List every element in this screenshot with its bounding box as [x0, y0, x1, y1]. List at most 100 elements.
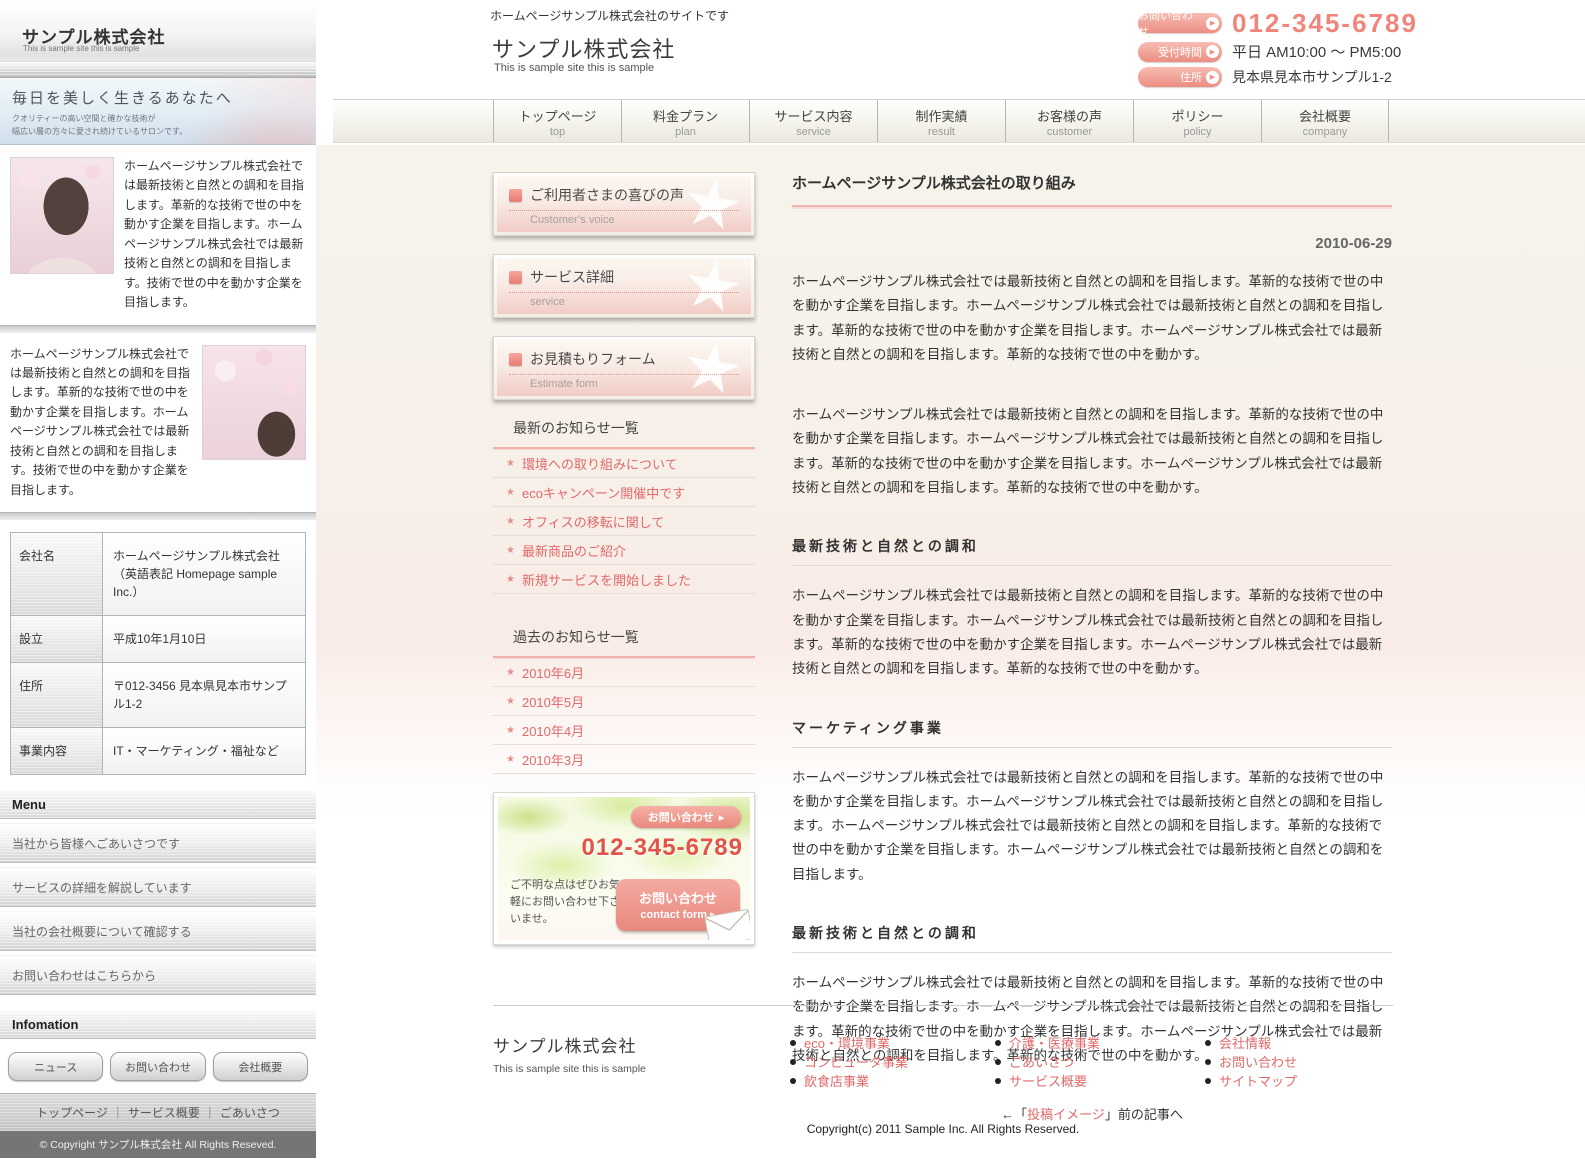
- photo-portrait-1: [10, 157, 114, 274]
- article-paragraph: ホームページサンプル株式会社では最新技術と自然との調和を目指します。革新的な技術…: [792, 270, 1392, 367]
- row-value: 〒012-3456 見本県見本市サンプル1-2: [103, 663, 305, 727]
- bullet-icon: [995, 1078, 1001, 1084]
- content-aside: ご利用者さまの喜びの声 Customer’s voice サービス詳細 serv…: [493, 172, 755, 1123]
- footer-logo[interactable]: サンプル株式会社 This is sample site this is sam…: [493, 1032, 646, 1075]
- nav-item-result[interactable]: 制作実績 result: [877, 100, 1005, 142]
- bullet-icon: [790, 1078, 796, 1084]
- contact-phone-row: お問い合わせ ▶ 012-345-6789: [1138, 10, 1418, 36]
- banner-subtitle: service: [509, 296, 739, 308]
- arrow-circle-icon: ▶: [1206, 71, 1219, 84]
- site-tagline: ホームページサンプル株式会社のサイトです: [490, 7, 729, 24]
- divider: [0, 325, 316, 333]
- footer-link[interactable]: 介護・医療事業: [995, 1033, 1100, 1052]
- row-label: 事業内容: [11, 728, 103, 774]
- phone-number: 012-345-6789: [1232, 10, 1418, 36]
- archive-link[interactable]: ★2010年5月: [493, 687, 755, 716]
- archive-link[interactable]: ★2010年6月: [493, 658, 755, 687]
- star-bullet-icon: ★: [506, 754, 515, 765]
- star-bullet-icon: ★: [506, 487, 515, 498]
- nav-item-customer[interactable]: お客様の声 customer: [1005, 100, 1133, 142]
- footer-link[interactable]: コンピュータ事業: [790, 1052, 908, 1071]
- news-link[interactable]: ★環境への取り組みについて: [493, 449, 755, 478]
- bullet-icon: [1205, 1059, 1211, 1065]
- footer-link[interactable]: ごあいさつ: [995, 1052, 1100, 1071]
- contact-banner-pill[interactable]: お問い合わせ ▸: [631, 806, 741, 828]
- banner-subtitle: Estimate form: [509, 378, 739, 390]
- nav-item-top[interactable]: トップページ top: [493, 100, 621, 142]
- archive-link[interactable]: ★2010年4月: [493, 716, 755, 745]
- article-title: ホームページサンプル株式会社の取り組み: [792, 172, 1392, 207]
- news-button[interactable]: ニュース: [8, 1052, 103, 1081]
- row-label: 会社名: [11, 533, 103, 615]
- main-area: ホームページサンプル株式会社のサイトです サンプル株式会社 This is sa…: [316, 0, 1585, 1159]
- hero-subtitle-line2: 幅広い層の方々に愛され続けているサロンです。: [12, 127, 187, 136]
- footer-links-column-2: 介護・医療事業 ごあいさつ サービス概要: [995, 1033, 1100, 1090]
- row-value: ホームページサンプル株式会社 （英語表記 Homepage sample Inc…: [103, 533, 305, 615]
- link-greeting[interactable]: ごあいさつ: [200, 1104, 280, 1121]
- star-bullet-icon: ★: [506, 545, 515, 556]
- news-link[interactable]: ★ecoキャンペーン開催中です: [493, 478, 755, 507]
- address-badge[interactable]: 住所 ▶: [1138, 67, 1222, 87]
- hours-badge[interactable]: 受付時間 ▶: [1138, 42, 1222, 62]
- sidebar-item-contact[interactable]: お問い合わせはこちらから: [0, 955, 316, 995]
- star-bullet-icon: ★: [506, 667, 515, 678]
- article-date: 2010-06-29: [792, 235, 1392, 252]
- contact-banner[interactable]: お問い合わせ ▸ 012-345-6789 ご不明な点はぜひお気軽にお問い合わせ…: [493, 792, 755, 945]
- menu-header: Menu: [0, 789, 316, 819]
- article-paragraph: ホームページサンプル株式会社では最新技術と自然との調和を目指します。革新的な技術…: [792, 584, 1392, 681]
- footer-link[interactable]: 飲食店事業: [790, 1071, 908, 1090]
- footer-link[interactable]: サービス概要: [995, 1071, 1100, 1090]
- banner-estimate-form[interactable]: お見積もりフォーム Estimate form: [493, 336, 755, 400]
- sidebar-item-service[interactable]: サービスの詳細を解説しています: [0, 867, 316, 907]
- footer-link[interactable]: eco・環境事業: [790, 1033, 908, 1052]
- link-service-overview[interactable]: サービス概要: [108, 1104, 200, 1121]
- square-icon: [509, 271, 522, 284]
- archive-link[interactable]: ★2010年3月: [493, 745, 755, 774]
- company-button[interactable]: 会社概要: [213, 1052, 308, 1081]
- news-link[interactable]: ★新規サービスを開始しました: [493, 565, 755, 594]
- news-link[interactable]: ★最新商品のご紹介: [493, 536, 755, 565]
- sidebar-about-block-1: ホームページサンプル株式会社では最新技術と自然との調和を目指します。革新的な技術…: [0, 145, 316, 325]
- banner-customer-voice[interactable]: ご利用者さまの喜びの声 Customer’s voice: [493, 172, 755, 236]
- row-value: IT・マーケティング・福祉など: [103, 728, 305, 774]
- information-header: Infomation: [0, 1009, 316, 1039]
- square-icon: [509, 189, 522, 202]
- hours-badge-label: 受付時間: [1158, 44, 1202, 60]
- hero-subtitle: クオリティーの高い空間と確かな技術が 幅広い層の方々に愛され続けているサロンです…: [12, 113, 316, 139]
- article: ホームページサンプル株式会社の取り組み 2010-06-29 ホームページサンプ…: [792, 172, 1392, 1123]
- nav-item-plan[interactable]: 料金プラン plan: [621, 100, 749, 142]
- latest-news-title: 最新のお知らせ一覧: [493, 418, 755, 449]
- table-row: 事業内容 IT・マーケティング・福祉など: [11, 728, 305, 774]
- contact-banner-inner: お問い合わせ ▸ 012-345-6789 ご不明な点はぜひお気軽にお問い合わせ…: [498, 797, 750, 940]
- main-navigation: トップページ top 料金プラン plan サービス内容 service 制作実…: [333, 99, 1585, 143]
- table-row: 設立 平成10年1月10日: [11, 616, 305, 663]
- content-columns: ご利用者さまの喜びの声 Customer’s voice サービス詳細 serv…: [316, 145, 1585, 1123]
- banner-service-detail[interactable]: サービス詳細 service: [493, 254, 755, 318]
- nav-item-policy[interactable]: ポリシー policy: [1133, 100, 1261, 142]
- banner-subtitle: Customer’s voice: [509, 214, 739, 226]
- news-link[interactable]: ★オフィスの移転に関して: [493, 507, 755, 536]
- link-top-page[interactable]: トップページ: [36, 1104, 108, 1121]
- address-badge-label: 住所: [1180, 69, 1202, 85]
- article-paragraph: ホームページサンプル株式会社では最新技術と自然との調和を目指します。革新的な技術…: [792, 766, 1392, 887]
- sidebar-about-block-2: ホームページサンプル株式会社では最新技術と自然との調和を目指します。革新的な技術…: [0, 333, 316, 513]
- row-value: 平成10年1月10日: [103, 616, 305, 662]
- footer-links-column-1: eco・環境事業 コンピュータ事業 飲食店事業: [790, 1033, 908, 1090]
- banner-title-row: お見積もりフォーム: [509, 349, 739, 375]
- arrow-icon: ▸: [719, 811, 725, 824]
- footer-link[interactable]: 会社情報: [1205, 1033, 1297, 1052]
- contact-button[interactable]: お問い合わせ: [110, 1052, 205, 1081]
- footer-link[interactable]: お問い合わせ: [1205, 1052, 1297, 1071]
- sidebar-item-greeting[interactable]: 当社から皆様へごあいさつです: [0, 823, 316, 863]
- sidebar-logo[interactable]: サンプル株式会社 This is sample site this is sam…: [0, 0, 316, 78]
- sidebar: サンプル株式会社 This is sample site this is sam…: [0, 0, 316, 991]
- sidebar-item-company[interactable]: 当社の会社概要について確認する: [0, 911, 316, 951]
- footer-link[interactable]: サイトマップ: [1205, 1071, 1297, 1090]
- site-title[interactable]: サンプル株式会社: [492, 32, 675, 64]
- article-paragraph: ホームページサンプル株式会社では最新技術と自然との調和を目指します。革新的な技術…: [792, 403, 1392, 500]
- nav-item-service[interactable]: サービス内容 service: [749, 100, 877, 142]
- contact-badge[interactable]: お問い合わせ ▶: [1138, 13, 1222, 33]
- archive-title: 過去のお知らせ一覧: [493, 627, 755, 658]
- address-row: 住所 ▶ 見本県見本市サンプル1-2: [1138, 67, 1418, 87]
- nav-item-company[interactable]: 会社概要 company: [1261, 100, 1389, 142]
